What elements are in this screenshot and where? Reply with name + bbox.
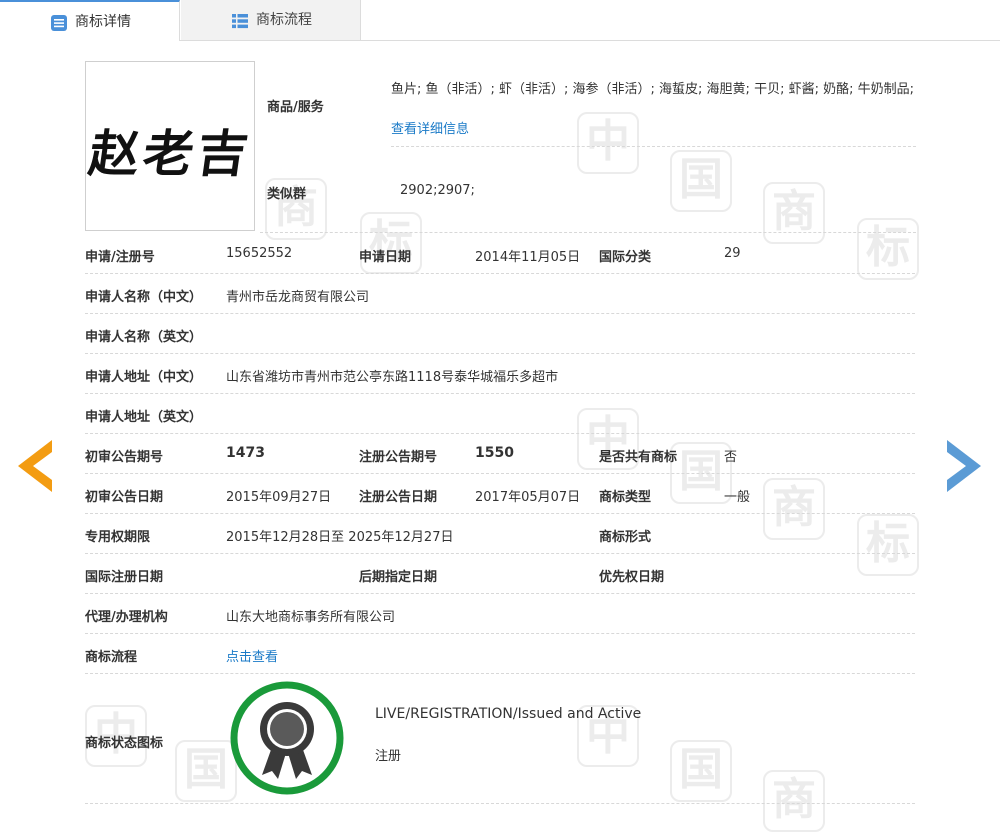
address-cn-value: 山东省潍坊市青州市范公亭东路1118号泰华城福乐多超市 (226, 366, 558, 385)
applicant-cn-value: 青州市岳龙商贸有限公司 (226, 286, 369, 305)
reg-no-value: 15652552 (226, 246, 292, 261)
applicant-cn-label: 申请人名称（中文） (85, 286, 202, 305)
app-date-value: 2014年11月05日 (475, 246, 580, 265)
divider (85, 393, 915, 394)
status-icon-label: 商标状态图标 (85, 732, 163, 751)
prelim-date-value: 2015年09月27日 (226, 486, 331, 505)
chevron-right-icon[interactable] (947, 440, 981, 492)
term-value: 2015年12月28日至 2025年12月27日 (226, 526, 453, 545)
tab-label: 商标流程 (256, 0, 312, 40)
reg-pub-no-value: 1550 (475, 445, 514, 461)
reg-no-label: 申请/注册号 (85, 246, 155, 265)
status-en: LIVE/REGISTRATION/Issued and Active (375, 706, 641, 722)
goods-services: 鱼片; 鱼（非活）; 虾（非活）; 海参（非活）; 海蜇皮; 海胆黄; 干贝; … (391, 70, 916, 150)
divider (260, 232, 916, 233)
divider (85, 673, 915, 674)
divider (391, 146, 916, 147)
divider (85, 633, 915, 634)
later-date-label: 后期指定日期 (359, 566, 437, 585)
shared-label: 是否共有商标 (599, 446, 677, 465)
similar-group-value: 2902;2907; (400, 183, 475, 198)
divider (85, 513, 915, 514)
reg-pub-date-label: 注册公告日期 (359, 486, 437, 505)
address-cn-label: 申请人地址（中文） (85, 366, 202, 385)
list-icon (231, 12, 249, 30)
shared-value: 否 (724, 446, 737, 465)
registered-status-icon (228, 679, 346, 797)
goods-label: 商品/服务 (267, 96, 324, 115)
form-label: 商标形式 (599, 526, 651, 545)
view-flow-link[interactable]: 点击查看 (226, 646, 278, 665)
trademark-name: 赵老吉 (81, 114, 261, 186)
divider (85, 433, 915, 434)
status-cn: 注册 (375, 745, 401, 764)
address-en-label: 申请人地址（英文） (85, 406, 202, 425)
agent-value: 山东大地商标事务所有限公司 (226, 606, 395, 625)
prelim-date-label: 初审公告日期 (85, 486, 163, 505)
reg-pub-no-label: 注册公告期号 (359, 446, 437, 465)
term-label: 专用权期限 (85, 526, 150, 545)
applicant-en-label: 申请人名称（英文） (85, 326, 202, 345)
divider (85, 313, 915, 314)
priority-date-label: 优先权日期 (599, 566, 664, 585)
divider (85, 553, 915, 554)
tab-label: 商标详情 (75, 2, 131, 42)
type-value: 一般 (724, 486, 750, 505)
tab-trademark-details[interactable]: 商标详情 (0, 0, 180, 41)
view-details-link[interactable]: 查看详细信息 (391, 122, 469, 137)
document-list-icon (50, 14, 68, 32)
divider (85, 353, 915, 354)
intl-class-label: 国际分类 (599, 246, 651, 265)
agent-label: 代理/办理机构 (85, 606, 168, 625)
goods-text: 鱼片; 鱼（非活）; 虾（非活）; 海参（非活）; 海蜇皮; 海胆黄; 干贝; … (391, 82, 914, 97)
chevron-left-icon[interactable] (18, 440, 52, 492)
intl-class-value: 29 (724, 246, 741, 261)
divider (85, 473, 915, 474)
flow-label: 商标流程 (85, 646, 137, 665)
divider (85, 593, 915, 594)
similar-group-label: 类似群 (267, 183, 306, 202)
trademark-detail-panel: 赵老吉 商品/服务 鱼片; 鱼（非活）; 虾（非活）; 海参（非活）; 海蜇皮;… (0, 0, 1000, 806)
divider (85, 273, 915, 274)
app-date-label: 申请日期 (359, 246, 411, 265)
trademark-image: 赵老吉 (85, 61, 255, 231)
reg-pub-date-value: 2017年05月07日 (475, 486, 580, 505)
intl-reg-date-label: 国际注册日期 (85, 566, 163, 585)
divider (85, 803, 915, 804)
tab-bar: 商标详情 商标流程 (0, 0, 1000, 41)
type-label: 商标类型 (599, 486, 651, 505)
prelim-no-label: 初审公告期号 (85, 446, 163, 465)
tab-trademark-flow[interactable]: 商标流程 (181, 0, 361, 40)
prelim-no-value: 1473 (226, 445, 265, 461)
